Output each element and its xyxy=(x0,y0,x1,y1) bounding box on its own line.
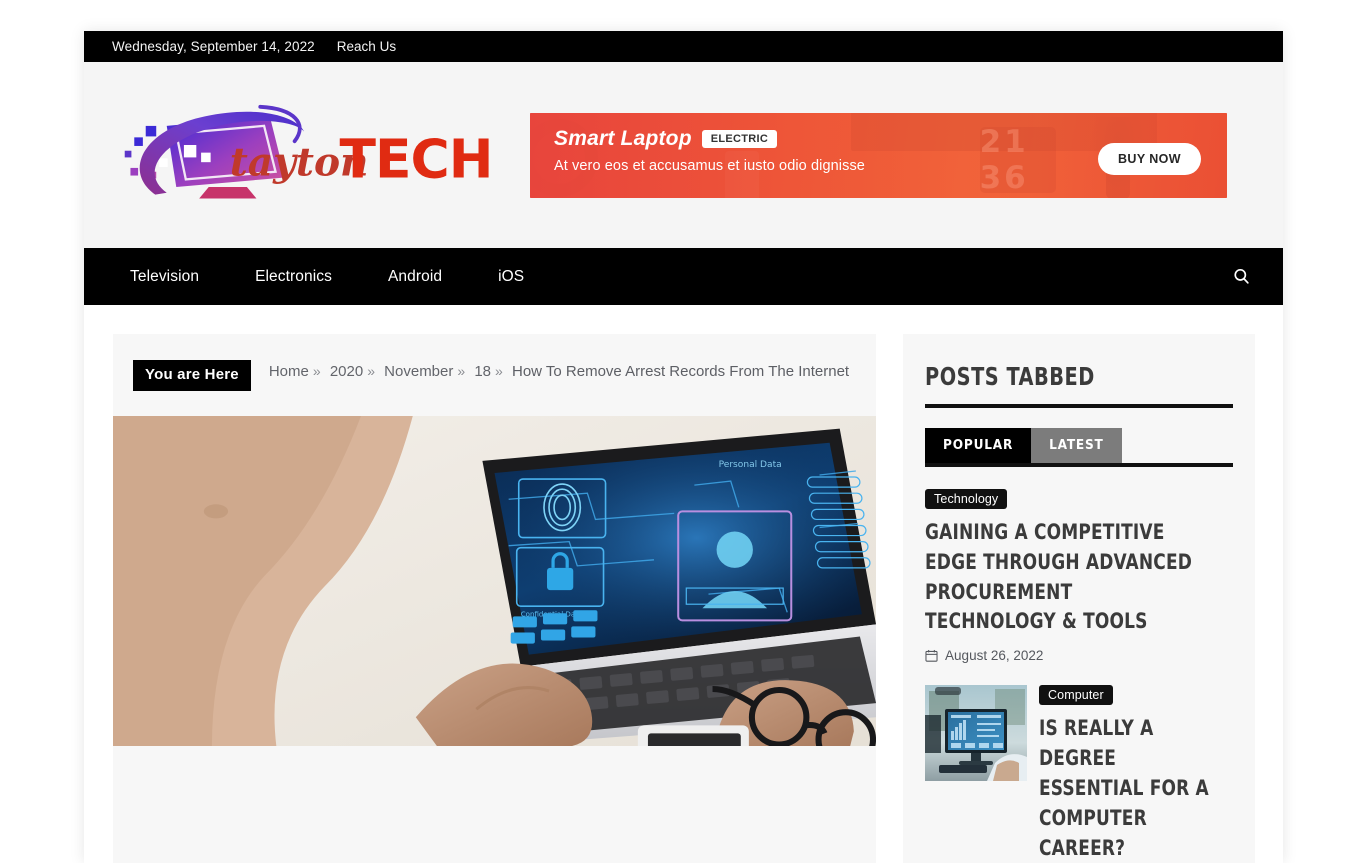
site-header: tayton TECH 21 36 Smart Laptop xyxy=(84,62,1283,248)
post-info: Technology Gaining A Competitive Edge Th… xyxy=(925,489,1233,663)
widget-title-posts-tabbed: Posts Tabbed xyxy=(925,362,1095,391)
breadcrumb-current-page: How To Remove Arrest Records From The In… xyxy=(512,363,850,380)
main-column: You are Here Home» 2020» November» 18» H… xyxy=(113,334,877,863)
breadcrumb-separator: » xyxy=(495,363,503,379)
post-thumbnail[interactable] xyxy=(925,685,1028,782)
sidebar-column: Posts Tabbed Popular Latest Technology G… xyxy=(903,334,1255,863)
banner-title: Smart Laptop xyxy=(554,126,692,150)
post-info: Computer Is Really A Degree Essential Fo… xyxy=(1039,685,1233,863)
post-thumbnail-illustration xyxy=(925,685,1028,782)
main-navigation: Television Electronics Android iOS xyxy=(84,248,1283,305)
breadcrumb-separator: » xyxy=(312,363,321,379)
breadcrumb-badge: You are Here xyxy=(133,360,251,391)
posts-tabbed-tablist: Popular Latest xyxy=(925,428,1233,467)
svg-text:TECH: TECH xyxy=(340,127,493,190)
widget-title-underline xyxy=(925,404,1233,408)
logo-graphic: tayton TECH xyxy=(124,104,494,198)
topbar: Wednesday, September 14, 2022 Reach Us xyxy=(84,31,1283,62)
site-container: Wednesday, September 14, 2022 Reach Us t… xyxy=(84,31,1283,863)
current-date: Wednesday, September 14, 2022 xyxy=(112,39,315,54)
nav-item-electronics[interactable]: Electronics xyxy=(227,248,360,305)
buy-now-button[interactable]: BUY NOW xyxy=(1098,142,1201,175)
featured-image-illustration: Confidential Data xyxy=(113,415,877,746)
screen-personal-data-label: Personal Data xyxy=(719,460,782,470)
tab-popular[interactable]: Popular xyxy=(925,428,1032,463)
reach-us-link[interactable]: Reach Us xyxy=(337,39,396,54)
list-item: Technology Gaining A Competitive Edge Th… xyxy=(925,489,1233,663)
breadcrumb-item-home[interactable]: Home xyxy=(269,363,309,380)
nav-item-android[interactable]: Android xyxy=(360,248,470,305)
content-area: You are Here Home» 2020» November» 18» H… xyxy=(84,305,1283,863)
breadcrumb-item-2020[interactable]: 2020 xyxy=(330,363,363,380)
list-item: Computer Is Really A Degree Essential Fo… xyxy=(925,685,1233,863)
featured-image[interactable]: Confidential Data xyxy=(113,415,877,746)
breadcrumb-item-november[interactable]: November xyxy=(384,363,453,380)
post-date-text: August 26, 2022 xyxy=(945,648,1044,664)
post-title-link[interactable]: Gaining A Competitive Edge Through Advan… xyxy=(925,518,1202,637)
post-title-link[interactable]: Is Really A Degree Essential For A Compu… xyxy=(1039,714,1214,863)
search-glass-glyph xyxy=(1233,269,1249,284)
breadcrumb-item-18[interactable]: 18 xyxy=(474,363,491,380)
post-date: August 26, 2022 xyxy=(925,648,1233,663)
nav-item-ios[interactable]: iOS xyxy=(470,248,552,305)
post-category-badge[interactable]: Computer xyxy=(1039,685,1113,706)
header-advertisement[interactable]: 21 36 Smart Laptop ELECTRIC At vero eos … xyxy=(530,112,1227,198)
breadcrumb-separator: » xyxy=(457,363,466,379)
calendar-icon xyxy=(925,650,938,662)
tab-latest[interactable]: Latest xyxy=(1031,428,1122,463)
page-root: Wednesday, September 14, 2022 Reach Us t… xyxy=(0,0,1366,863)
site-logo[interactable]: tayton TECH xyxy=(112,100,512,210)
breadcrumb-separator: » xyxy=(367,363,375,379)
nav-item-television[interactable]: Television xyxy=(112,248,227,305)
laptop-screen: Confidential Data xyxy=(482,428,877,667)
search-icon[interactable] xyxy=(1229,265,1253,289)
breadcrumb: You are Here Home» 2020» November» 18» H… xyxy=(113,360,876,391)
breadcrumb-trail: Home» 2020» November» 18» How To Remove … xyxy=(269,360,849,383)
banner-badge: ELECTRIC xyxy=(701,129,778,148)
post-category-badge[interactable]: Technology xyxy=(925,489,1008,509)
